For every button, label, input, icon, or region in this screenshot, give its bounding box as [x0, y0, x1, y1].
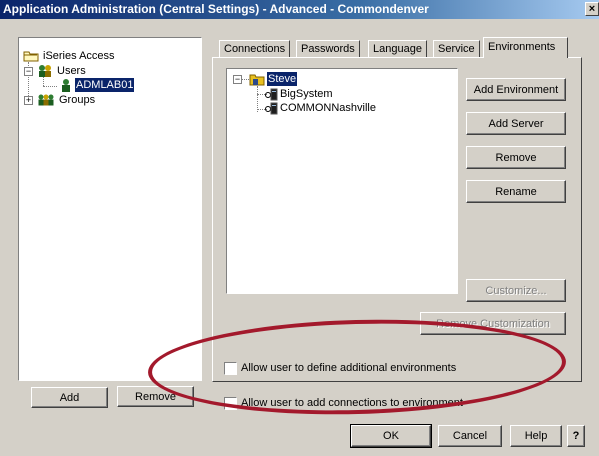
tree-label-groups: Groups	[59, 94, 96, 106]
folder-icon	[23, 50, 39, 62]
define-environments-label: Allow user to define additional environm…	[241, 362, 457, 374]
tree-connector	[242, 79, 249, 80]
users-group-icon	[37, 64, 53, 78]
ok-button[interactable]: OK	[350, 424, 432, 448]
remove-button[interactable]: Remove	[466, 146, 566, 169]
server-icon	[265, 88, 279, 101]
title-bar[interactable]: Application Administration (Central Sett…	[0, 0, 599, 19]
close-icon: ×	[588, 3, 596, 15]
env-tree-label-commonnashville: COMMONNashville	[280, 102, 376, 114]
tree-label-admlab01: ADMLAB01	[75, 78, 135, 92]
groups-icon	[37, 93, 55, 107]
cancel-button[interactable]: Cancel	[438, 425, 502, 447]
add-button[interactable]: Add	[31, 387, 108, 408]
tree-label-iseries-access: iSeries Access	[43, 50, 115, 62]
remove-user-button[interactable]: Remove	[117, 386, 194, 407]
tab-passwords[interactable]: Passwords	[296, 40, 360, 58]
add-connections-option[interactable]: Allow user to add connections to environ…	[224, 397, 463, 410]
env-tree-label-steve: Steve	[267, 72, 298, 86]
window-title: Application Administration (Central Sett…	[3, 2, 429, 16]
tab-environments[interactable]: Environments	[483, 37, 568, 58]
user-tree-panel: iSeries Access − Users ADMLAB01 + Groups	[18, 37, 202, 381]
expand-box-icon[interactable]: +	[24, 96, 33, 105]
tree-label-users: Users	[57, 65, 86, 77]
tab-service[interactable]: Service	[433, 40, 480, 58]
customize-button[interactable]: Customize...	[466, 279, 566, 302]
add-connections-label: Allow user to add connections to environ…	[241, 397, 463, 409]
remove-customization-button[interactable]: Remove Customization	[420, 312, 566, 335]
add-environment-button[interactable]: Add Environment	[466, 78, 566, 101]
define-environments-checkbox[interactable]	[224, 362, 237, 375]
define-environments-option[interactable]: Allow user to define additional environm…	[224, 362, 456, 375]
tree-connector	[43, 86, 57, 87]
server-icon	[265, 102, 279, 115]
rename-button[interactable]: Rename	[466, 180, 566, 203]
close-button[interactable]: ×	[585, 2, 599, 16]
app-admin-window: Application Administration (Central Sett…	[0, 0, 599, 456]
user-icon	[59, 78, 73, 92]
environment-folder-icon	[249, 72, 265, 86]
env-tree-label-bigsystem: BigSystem	[280, 88, 333, 100]
environment-tree: − Steve BigSystem COMMONNashville	[226, 68, 458, 294]
add-server-button[interactable]: Add Server	[466, 112, 566, 135]
help-button[interactable]: Help	[510, 425, 562, 447]
collapse-box-icon[interactable]: −	[24, 67, 33, 76]
add-connections-checkbox[interactable]	[224, 397, 237, 410]
tab-connections[interactable]: Connections	[219, 40, 291, 58]
whats-this-button[interactable]: ?	[567, 425, 585, 447]
collapse-box-icon[interactable]: −	[233, 75, 242, 84]
tab-language[interactable]: Language	[368, 40, 427, 58]
